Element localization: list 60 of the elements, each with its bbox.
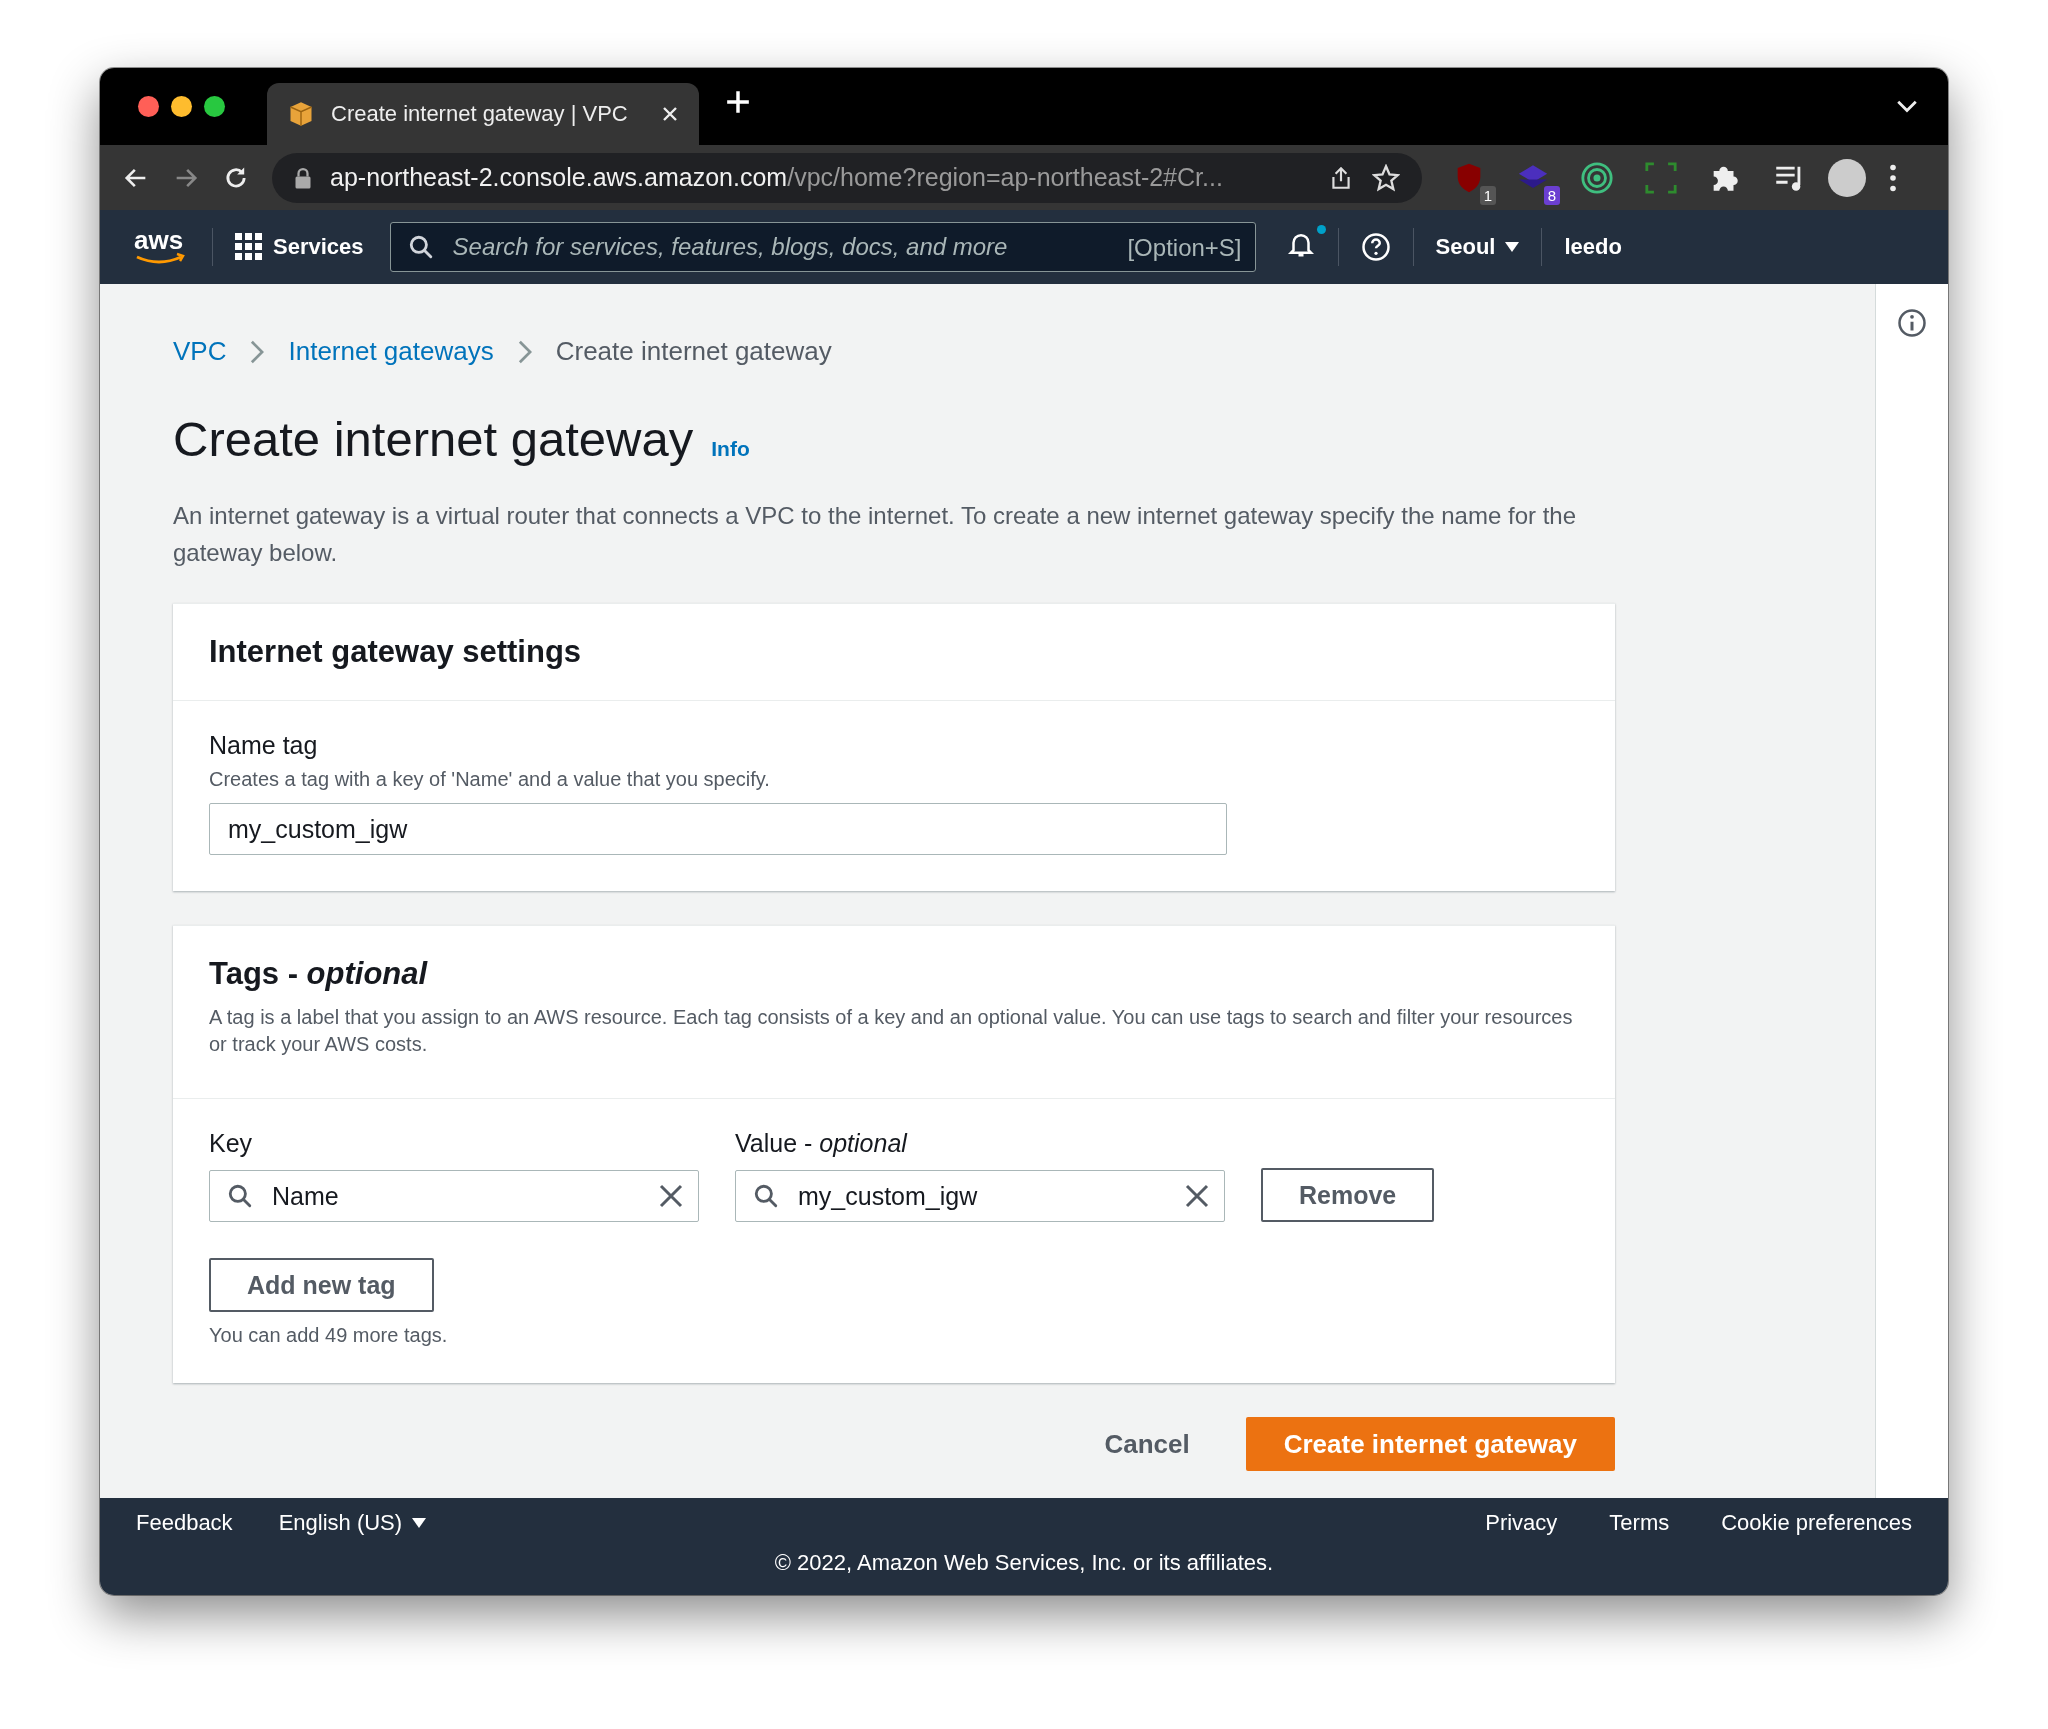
footer-link[interactable]: Privacy [1485,1510,1558,1536]
info-link[interactable]: Info [711,437,750,461]
panel-heading: Tags - optional [209,956,429,992]
help-icon[interactable] [1360,232,1391,262]
tag-value-field[interactable]: my_custom_igw [735,1170,1225,1222]
column-label: Value - optional [735,1129,909,1158]
column-label: Key [209,1129,254,1158]
star-icon[interactable] [1372,163,1400,192]
zoom-window-button[interactable] [204,96,225,117]
clear-icon[interactable] [1185,1184,1209,1208]
close-icon[interactable] [661,105,679,123]
search-icon [407,234,434,260]
caret-icon [1505,242,1520,252]
info-icon[interactable] [1897,308,1927,338]
grid-icon [235,233,263,261]
breadcrumb-current: Create internet gateway [555,336,832,367]
cancel-button[interactable]: Cancel [1084,1418,1210,1470]
field-label: Name tag [209,731,319,760]
name-tag-field[interactable]: my_custom_igw [209,803,1227,855]
count-badge: 8 [1543,185,1560,205]
feedback-link[interactable]: Feedback [136,1510,233,1536]
address-bar[interactable]: ap-northeast-2.console.aws.amazon.com/vpc/home?region=ap-northeast-2#Cr... [272,152,1422,203]
frame-icon[interactable] [1644,160,1678,195]
new-tab-icon[interactable] [725,88,751,115]
minimize-window-button[interactable] [171,96,192,117]
browser-tab[interactable]: Create internet gateway | VPC [267,83,699,145]
remove-button[interactable]: Remove [1261,1168,1435,1222]
chevron-right-icon [250,339,265,364]
profile-avatar[interactable] [1828,158,1866,197]
copyright: © 2022, Amazon Web Services, Inc. or its affiliates. [774,1550,1274,1576]
add-tag-button[interactable]: Add new tag [209,1258,434,1312]
region-menu[interactable]: Seoul [1435,234,1520,260]
tag-limit-note: You can add 49 more tags. [209,1324,449,1347]
caret-icon [412,1518,427,1528]
more-icon[interactable] [1888,163,1898,192]
box-icon [287,100,315,128]
aws-logo[interactable]: aws [132,227,190,267]
tag-key-field[interactable]: Name [209,1170,699,1222]
search-icon [753,1183,779,1209]
services-menu[interactable]: Services [235,233,364,261]
language-menu[interactable]: English (US) [278,1510,427,1536]
chevron-down-icon[interactable] [1896,99,1918,114]
panel-heading: Internet gateway settings [209,634,583,670]
chevron-right-icon [517,339,532,364]
page-description: An internet gateway is a virtual router that connects a VPC to the internet. To create a new internet gateway specify the name for the gateway below. [173,501,1577,568]
lock-icon [294,166,312,189]
count-badge: 1 [1479,185,1496,205]
clear-icon[interactable] [659,1184,683,1208]
panel-description: A tag is a label that you assign to an AWS resource. Each tag consists of a key and an optional value. You can use tags to search and filter your resources or track your AWS costs. [209,1005,1574,1057]
close-window-button[interactable] [138,96,159,117]
account-menu[interactable]: leedo [1564,234,1622,260]
shortcut-hint: [Option+S] [1127,234,1242,262]
target-icon[interactable] [1580,160,1614,195]
search-icon [227,1183,253,1209]
footer-link[interactable]: Cookie preferences [1721,1510,1912,1536]
page-title: Create internet gateway [173,411,694,467]
breadcrumb-link[interactable]: Internet gateways [288,336,494,367]
breadcrumb-link[interactable]: VPC [173,336,227,367]
footer-link[interactable]: Terms [1609,1510,1670,1536]
field-hint: Creates a tag with a key of 'Name' and a value that you specify. [209,767,771,792]
